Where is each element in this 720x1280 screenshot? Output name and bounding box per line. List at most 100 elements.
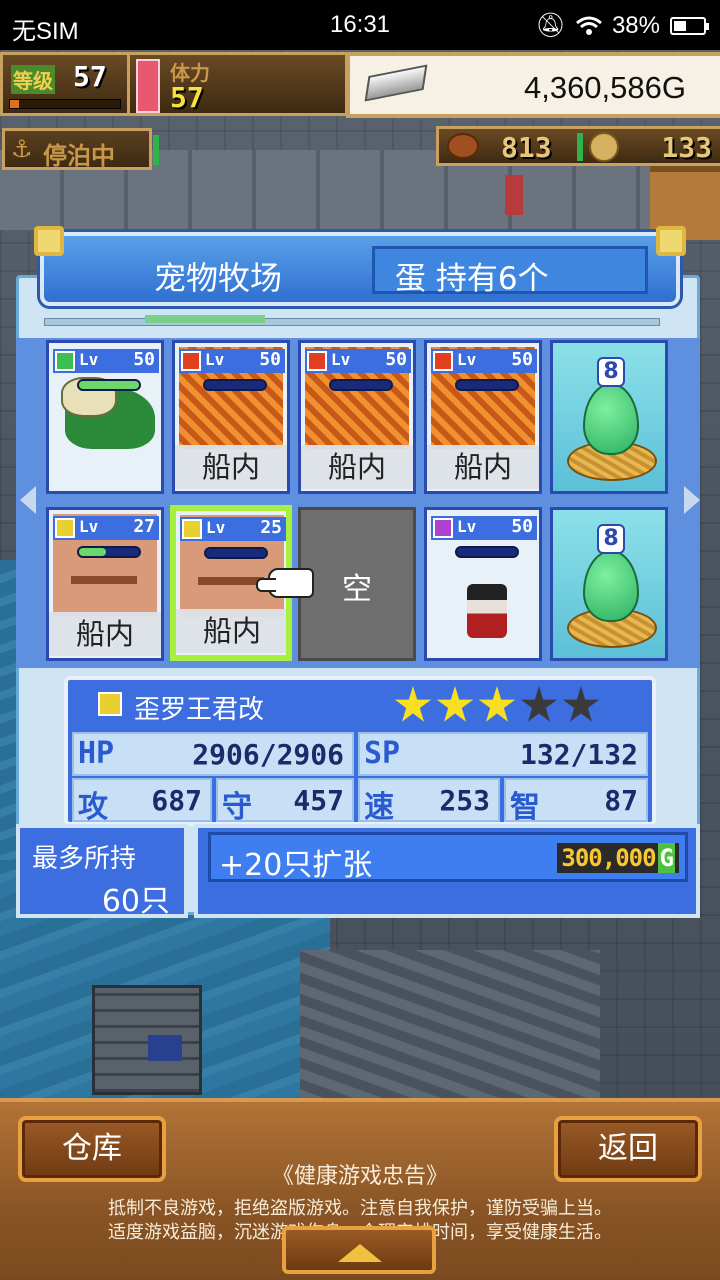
dock-status-label: 停泊中 xyxy=(43,142,115,170)
stat-speed-value: 253 xyxy=(439,784,490,817)
level-value: 50 xyxy=(259,349,281,370)
expand-price-value: 300,000 xyxy=(561,844,656,872)
rarity-stars xyxy=(394,686,600,724)
level-row: Lv 27 xyxy=(53,516,159,540)
level-row: Lv 25 xyxy=(180,517,286,541)
stat-attack-value: 687 xyxy=(151,784,202,817)
stamina-display: 体力 57 xyxy=(130,52,348,116)
max-capacity-label: 最多所持 xyxy=(32,844,137,874)
level-value: 27 xyxy=(133,516,155,537)
pet-card[interactable]: Lv 50 船内 xyxy=(298,340,416,494)
stat-sp: SP 132/132 xyxy=(358,732,648,776)
stat-attack-label: 攻 xyxy=(78,790,108,825)
level-label: Lv xyxy=(79,350,99,369)
level-value: 50 xyxy=(133,349,155,370)
element-icon xyxy=(307,351,327,371)
gold-currency-icon: G xyxy=(657,843,675,873)
level-row: Lv 50 xyxy=(431,516,537,540)
level-label: Lv xyxy=(331,350,351,369)
level-value: 25 xyxy=(260,517,282,538)
expand-box: +20只扩张 300,000 G xyxy=(194,824,700,918)
level-value: 50 xyxy=(385,349,407,370)
element-icon xyxy=(433,351,453,371)
egg-icon xyxy=(583,550,639,622)
money-display: 4,360,586G xyxy=(346,52,720,118)
location-label: 船内 xyxy=(175,445,287,489)
hp-bar xyxy=(203,379,267,391)
battery-percent: 38% xyxy=(611,11,660,39)
hp-bar xyxy=(77,379,141,391)
egg-icon xyxy=(583,383,639,455)
panel-title: 宠物牧场 xyxy=(154,259,283,297)
element-icon xyxy=(55,351,75,371)
food-icon xyxy=(447,133,479,159)
pet-detail: 歪罗王君改 HP 2906/2906 SP 132/132 攻 687 守 45… xyxy=(64,676,656,826)
resource-indicator xyxy=(577,133,583,161)
exp-bar-fill xyxy=(10,100,19,108)
mute-icon: 🔕︎ xyxy=(535,12,566,39)
element-icon xyxy=(98,692,122,716)
pet-card[interactable]: Lv 50 xyxy=(424,507,542,661)
max-capacity-box: 最多所持 60只 xyxy=(16,824,188,919)
stamina-value: 57 xyxy=(170,81,204,114)
stat-defense: 守 457 xyxy=(216,778,354,822)
money-value: 4,360,586G xyxy=(523,70,686,105)
hp-bar xyxy=(77,546,141,558)
hp-bar-fill xyxy=(79,548,106,556)
hp-bar-fill xyxy=(79,381,139,389)
location-label: 船内 xyxy=(176,609,286,653)
tower-door xyxy=(148,1035,182,1061)
medal-icon xyxy=(589,132,619,162)
dock-status[interactable]: ⚓ 停泊中 xyxy=(2,128,159,170)
medal-value: 133 xyxy=(661,131,712,164)
wifi-icon xyxy=(575,16,602,35)
level-row: Lv 50 xyxy=(305,349,411,373)
level-label: 等级 xyxy=(11,65,55,94)
dock-indicator xyxy=(153,135,159,165)
egg-card[interactable]: 8 xyxy=(550,340,668,494)
stat-sp-value: 132/132 xyxy=(519,738,638,771)
element-icon xyxy=(182,519,202,539)
expand-capacity-button[interactable]: +20只扩张 300,000 G xyxy=(208,832,688,883)
pet-card[interactable]: Lv 50 xyxy=(46,340,164,494)
hp-bar xyxy=(204,547,268,559)
anchor-icon: ⚓ xyxy=(11,135,33,163)
prev-page-arrow[interactable] xyxy=(20,486,36,514)
star-filled-icon xyxy=(478,686,516,722)
location-label: 船内 xyxy=(301,445,413,489)
stat-hp-label: HP xyxy=(78,736,115,771)
star-empty-icon xyxy=(562,686,600,722)
star-empty-icon xyxy=(520,686,558,722)
stat-speed: 速 253 xyxy=(358,778,500,822)
stat-intelligence-value: 87 xyxy=(604,784,638,817)
pet-card[interactable]: Lv 27 船内 xyxy=(46,507,164,661)
status-bar: 无SIM 16:31 🔕︎ 38% xyxy=(0,0,720,50)
pet-card[interactable]: Lv 50 船内 xyxy=(424,340,542,494)
stat-defense-label: 守 xyxy=(222,790,252,825)
eggs-owned-box: 蛋 持有6个 xyxy=(372,246,648,297)
level-row: Lv 50 xyxy=(431,349,537,373)
egg-card[interactable]: 8 xyxy=(550,507,668,661)
page-indicator-active xyxy=(145,315,265,323)
silver-ingot-icon xyxy=(364,64,428,102)
health-notice-title: 《健康游戏忠告》 xyxy=(271,1164,448,1189)
level-row: Lv 50 xyxy=(53,349,159,373)
corner-ornament-right xyxy=(656,226,686,256)
pet-card[interactable]: Lv 50 船内 xyxy=(172,340,290,494)
stone-tower xyxy=(92,985,202,1095)
empty-slot-label: 空 xyxy=(342,572,372,607)
page-indicator xyxy=(44,315,660,326)
element-icon xyxy=(433,518,453,538)
stat-sp-label: SP xyxy=(364,736,401,771)
next-page-arrow[interactable] xyxy=(684,486,700,514)
level-value: 57 xyxy=(73,60,107,93)
status-icons: 🔕︎ 38% xyxy=(535,11,709,40)
empty-slot[interactable]: 空 xyxy=(298,507,416,661)
stat-attack: 攻 687 xyxy=(72,778,212,822)
expand-menu-button[interactable] xyxy=(282,1226,436,1274)
exp-bar xyxy=(9,99,121,109)
max-capacity-value: 60只 xyxy=(101,884,170,919)
hp-bar xyxy=(455,379,519,391)
level-value: 50 xyxy=(511,349,533,370)
level-label: Lv xyxy=(457,517,477,536)
